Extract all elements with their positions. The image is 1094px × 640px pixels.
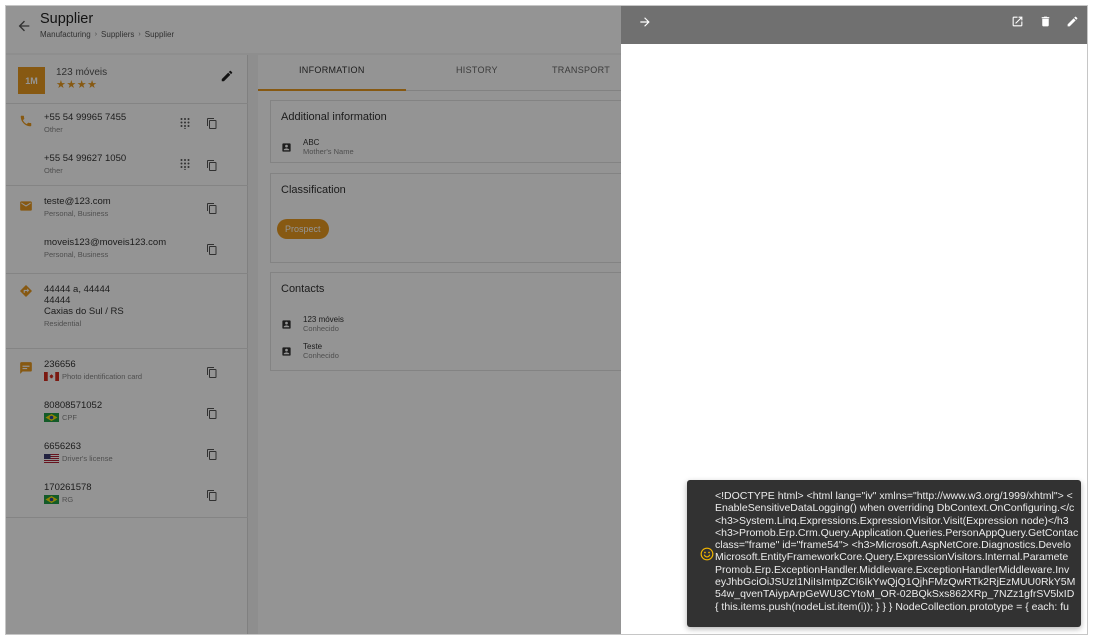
error-message: <!DOCTYPE html> <html lang="iv" xmlns="h…: [715, 490, 1081, 613]
error-line: EnableSensitiveDataLogging() when overri…: [715, 502, 1075, 515]
error-line: <h3>Promob.Erp.Crm.Query.Application.Que…: [715, 526, 1079, 539]
error-line: { this.items.push(nodeList.item(i)); } }…: [715, 600, 1069, 613]
error-snackbar[interactable]: <!DOCTYPE html> <html lang="iv" xmlns="h…: [687, 480, 1081, 627]
supplier-page: Supplier Manufacturing › Suppliers › Sup…: [6, 6, 621, 634]
error-line: <h3>System.Linq.Expressions.ExpressionVi…: [715, 514, 1069, 527]
error-line: eyJhbGciOiJSUzI1NiIsImtpZCI6IkYwQjQ1QjhF…: [715, 576, 1076, 589]
modal-scrim[interactable]: [6, 6, 621, 634]
trash-icon[interactable]: [1039, 15, 1052, 28]
pencil-icon[interactable]: [1066, 15, 1079, 28]
open-in-new-icon[interactable]: [1011, 15, 1024, 28]
drawer-toolbar: [621, 6, 1087, 44]
smiley-icon: [700, 547, 714, 561]
error-line: 54w_qvenTAiypArpGeWU3CYtoM_OR-02BQkSxs86…: [715, 588, 1075, 601]
screen-frame: Supplier Manufacturing › Suppliers › Sup…: [5, 5, 1088, 635]
error-line: Promob.Erp.ExceptionHandler.Middleware.E…: [715, 563, 1070, 576]
error-line: class="frame" id="frame54"> <h3>Microsof…: [715, 539, 1072, 552]
error-line: <!DOCTYPE html> <html lang="iv" xmlns="h…: [715, 490, 1073, 502]
error-line: Microsoft.EntityFrameworkCore.Query.Expr…: [715, 551, 1069, 564]
arrow-right-icon[interactable]: [638, 15, 652, 29]
